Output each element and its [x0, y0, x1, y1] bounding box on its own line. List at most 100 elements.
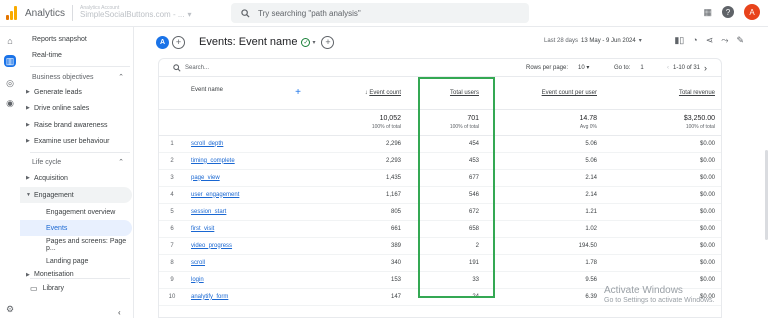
sidebar-item-monetisation[interactable]: ▶ Monetisation — [20, 268, 132, 278]
event-name-cell: session_start — [185, 203, 311, 221]
search-placeholder: Try searching "path analysis" — [258, 8, 361, 18]
total-users-cell: 24 — [407, 288, 485, 306]
property-name: SimpleSocialButtons.com - ... — [80, 10, 185, 20]
event-count-cell: 147 — [311, 288, 407, 306]
rows-per-page-select[interactable]: 10 ▾ — [578, 64, 589, 71]
section-title: Business objectives — [32, 73, 94, 81]
sidebar-item-events[interactable]: Events — [20, 220, 132, 236]
row-index: 3 — [159, 169, 185, 187]
event-name-link[interactable]: video_progress — [191, 243, 232, 249]
event-count-cell: 389 — [311, 237, 407, 255]
column-label: Event count per user — [541, 89, 597, 96]
account-selector[interactable]: Analytics Account SimpleSocialButtons.co… — [80, 5, 192, 20]
date-range-picker[interactable]: Last 28 days 13 May - 9 Jun 2024 ▾ — [544, 37, 642, 45]
gear-icon[interactable]: ⚙ — [4, 303, 16, 315]
sidebar-item-label: Generate leads — [34, 88, 82, 96]
table-row: 8 scroll 340 191 1.78 $0.00 — [159, 254, 721, 272]
event-name-link[interactable]: user_engagement — [191, 192, 239, 198]
table-row: 5 session_start 805 672 1.21 $0.00 — [159, 203, 721, 221]
chevron-right-icon[interactable]: › — [704, 63, 707, 73]
sidebar-item-library[interactable]: ▭ Library — [20, 280, 132, 296]
event-count-cell: 340 — [311, 254, 407, 272]
sidebar-item-examine-user-behaviour[interactable]: ▶ Examine user behaviour — [20, 133, 132, 149]
section-business-objectives[interactable]: Business objectives ⌃ — [20, 69, 132, 85]
event-count-cell: 2,296 — [311, 135, 407, 153]
column-header-event-name[interactable]: Event name + — [185, 77, 311, 110]
event-name-link[interactable]: timing_complete — [191, 158, 235, 164]
reports-icon[interactable]: ▥ — [4, 55, 16, 67]
expand-icon: ▶ — [26, 105, 30, 111]
expand-icon: ▶ — [26, 122, 30, 128]
apps-grid-icon[interactable]: ▦ — [703, 7, 712, 18]
sidebar-item-acquisition[interactable]: ▶ Acquisition — [20, 170, 132, 186]
sidebar-item-landing-page[interactable]: Landing page — [20, 253, 132, 269]
help-icon[interactable]: ? — [722, 6, 734, 18]
section-life-cycle[interactable]: Life cycle ⌃ — [20, 154, 132, 170]
event-name-link[interactable]: analytify_form — [191, 294, 228, 300]
goto-input[interactable]: 1 — [640, 65, 643, 71]
column-label: Event name — [191, 87, 224, 94]
event-name-link[interactable]: scroll_depth — [191, 141, 223, 147]
add-comparison-button[interactable]: + — [172, 35, 185, 49]
sidebar-item-reports-snapshot[interactable]: Reports snapshot — [20, 31, 132, 47]
event-name-link[interactable]: first_visit — [191, 226, 214, 232]
share-icon[interactable]: ⋖ — [706, 35, 714, 46]
column-header-event-count[interactable]: ↓ Event count — [311, 77, 407, 110]
event-name-cell: login — [185, 271, 311, 289]
goto-label: Go to: — [614, 64, 631, 71]
top-bar: Analytics Analytics Account SimpleSocial… — [0, 0, 768, 27]
check-circle-icon: ✓ — [301, 37, 311, 47]
date-label: Last 28 days — [544, 37, 579, 44]
event-count-cell: 2,293 — [311, 152, 407, 170]
trend-icon[interactable]: ⤳ — [721, 35, 728, 46]
search-bar[interactable]: Try searching "path analysis" — [231, 3, 529, 23]
sidebar-item-generate-leads[interactable]: ▶ Generate leads — [20, 84, 132, 100]
event-name-link[interactable]: scroll — [191, 260, 205, 266]
explore-icon[interactable]: ◎ — [4, 77, 16, 89]
comparison-chip[interactable]: A — [156, 35, 169, 49]
sidebar-item-label: Acquisition — [34, 174, 68, 182]
section-title: Life cycle — [32, 158, 62, 166]
table-search-input[interactable]: Search... — [185, 65, 209, 71]
pagination: ‹ 1-10 of 31 › — [667, 63, 707, 73]
chevron-left-icon[interactable]: ‹ — [118, 308, 121, 317]
home-icon[interactable]: ⌂ — [4, 35, 16, 47]
column-header-event-count-per-user[interactable]: Event count per user — [485, 77, 603, 110]
insights-icon[interactable]: ◔ — [692, 35, 697, 46]
event-name-link[interactable]: session_start — [191, 209, 226, 215]
status-dropdown[interactable]: ✓ ▾ — [301, 37, 315, 47]
sidebar-item-real-time[interactable]: Real-time — [20, 47, 132, 63]
sidebar-item-engagement-overview[interactable]: Engagement overview — [20, 204, 132, 220]
events-table: Event name + ↓ Event count Total users E… — [159, 77, 721, 306]
revenue-cell: $0.00 — [603, 254, 721, 272]
event-name-cell: user_engagement — [185, 186, 311, 204]
column-header-total-users[interactable]: Total users — [407, 77, 485, 110]
customize-report-icon[interactable]: ▮▯ — [674, 35, 684, 46]
sidebar-item-pages-and-screens[interactable]: Pages and screens: Page p... — [20, 237, 132, 253]
per-user-cell: 194.50 — [485, 237, 603, 255]
chevron-left-icon[interactable]: ‹ — [667, 65, 669, 71]
row-index: 5 — [159, 203, 185, 221]
sidebar-item-raise-brand-awareness[interactable]: ▶ Raise brand awareness — [20, 117, 132, 133]
advertising-icon[interactable]: ◉ — [4, 97, 16, 109]
event-name-link[interactable]: login — [191, 277, 204, 283]
sidebar-item-label: Drive online sales — [34, 104, 90, 112]
column-header-total-revenue[interactable]: Total revenue — [603, 77, 721, 110]
total-users-cell: 2 — [407, 237, 485, 255]
sidebar-item-engagement[interactable]: ▼ Engagement — [20, 187, 132, 203]
sidebar-item-drive-online-sales[interactable]: ▶ Drive online sales — [20, 100, 132, 116]
sidebar-item-label: Raise brand awareness — [34, 121, 108, 129]
revenue-cell: $0.00 — [603, 169, 721, 187]
per-user-cell: 2.14 — [485, 186, 603, 204]
column-label: Total revenue — [678, 89, 715, 96]
avatar[interactable]: A — [744, 4, 760, 20]
event-name-link[interactable]: page_view — [191, 175, 220, 181]
edit-icon[interactable]: ✎ — [736, 35, 744, 46]
table-row: 6 first_visit 661 658 1.02 $0.00 — [159, 220, 721, 238]
expand-icon: ▶ — [26, 138, 30, 144]
event-name-cell: video_progress — [185, 237, 311, 255]
add-dimension-icon[interactable]: + — [295, 87, 301, 98]
total-users-cell: 658 — [407, 220, 485, 238]
add-filter-button[interactable]: + — [321, 35, 335, 49]
pager-text: 1-10 of 31 — [673, 64, 701, 71]
